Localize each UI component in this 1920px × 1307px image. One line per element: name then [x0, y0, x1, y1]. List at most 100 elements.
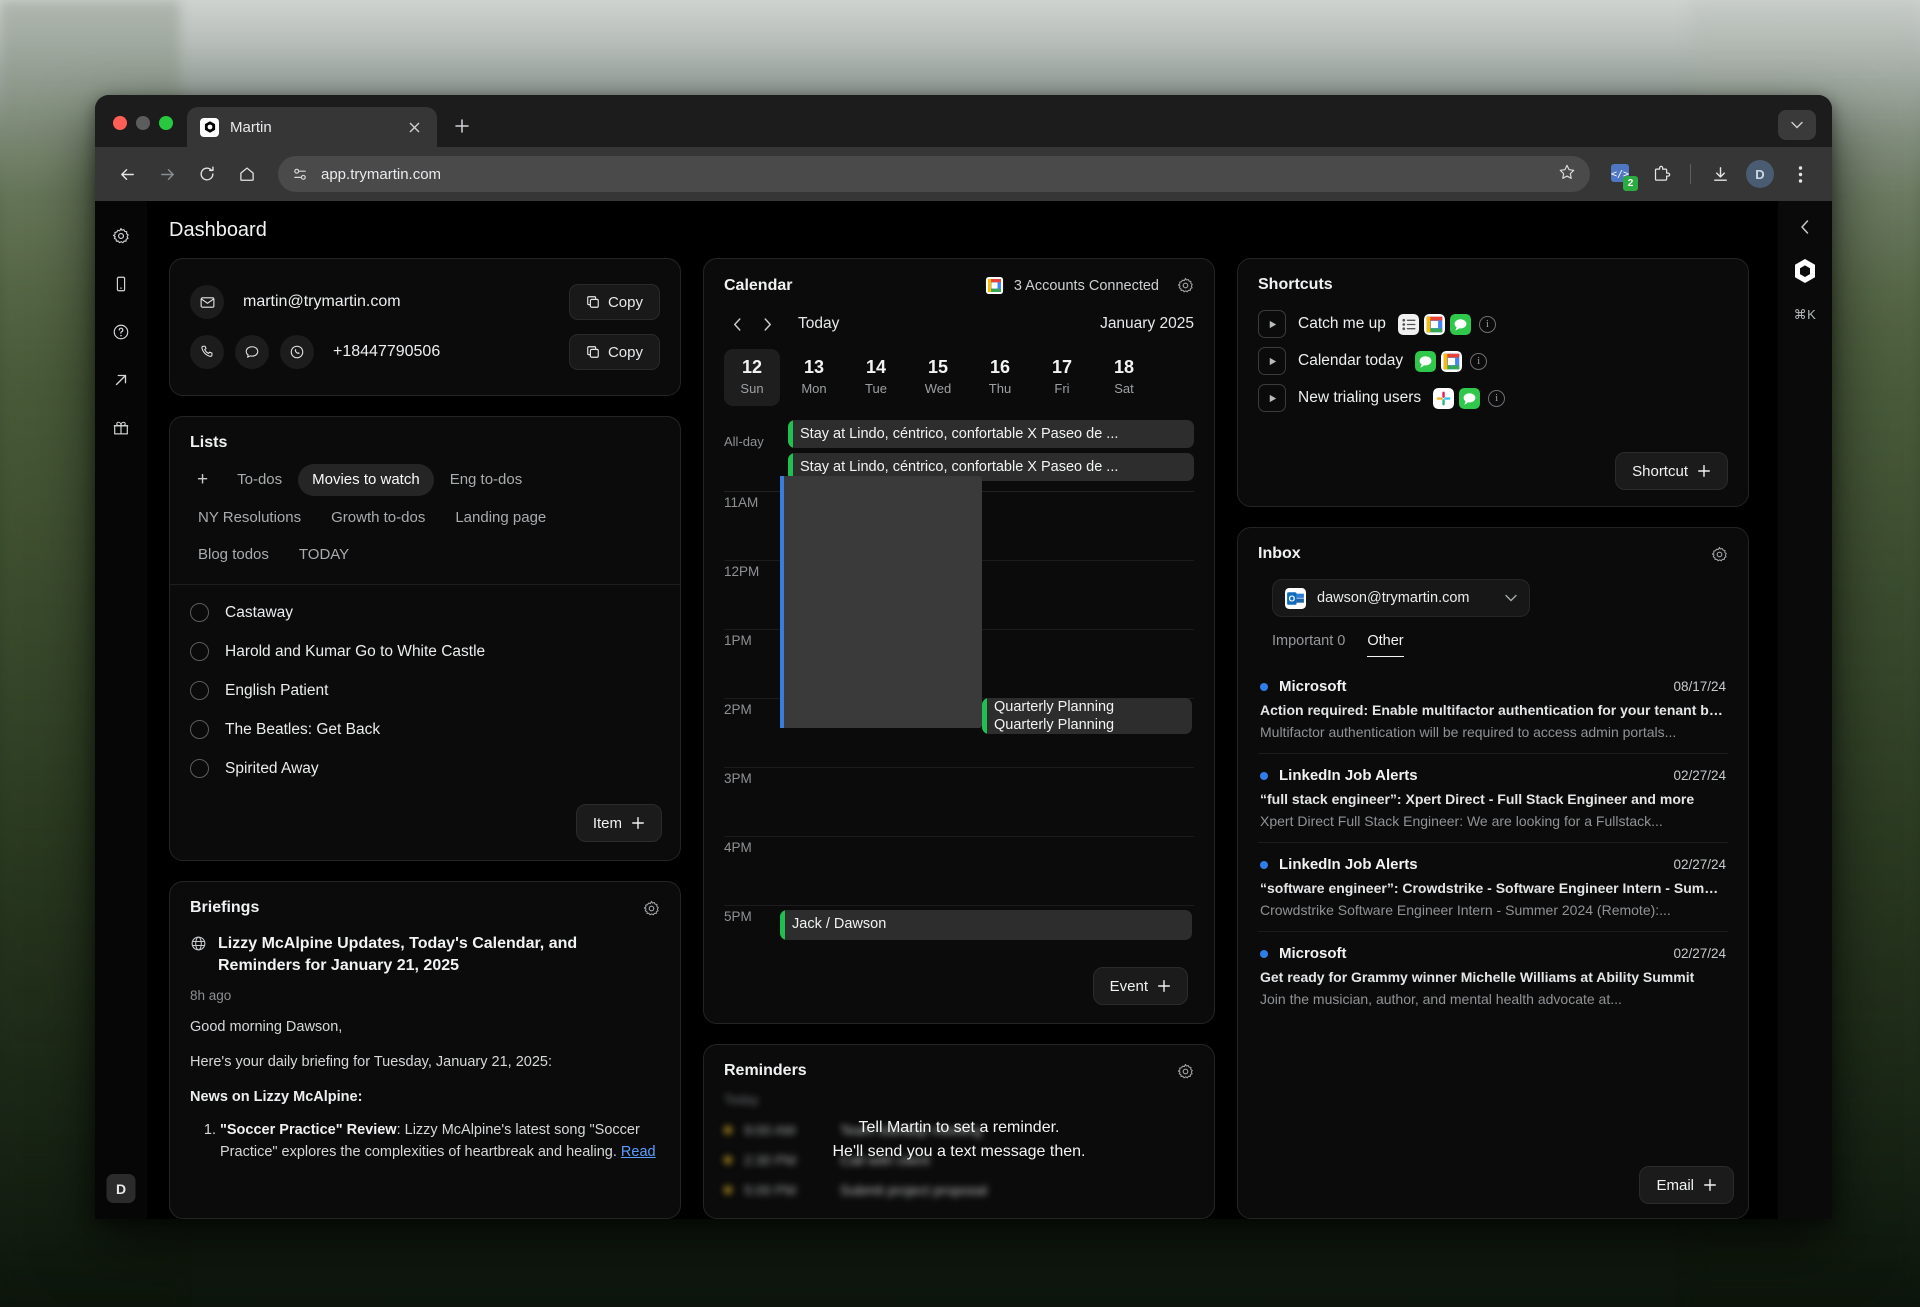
- compose-email-label: Email: [1656, 1176, 1694, 1194]
- copy-email-button[interactable]: Copy: [568, 284, 660, 320]
- mail-icon[interactable]: [190, 285, 224, 319]
- gear-icon[interactable]: [1711, 546, 1728, 563]
- kebab-menu-icon[interactable]: [1782, 156, 1818, 192]
- calendar-day-15[interactable]: 15 Wed: [910, 349, 966, 406]
- whatsapp-icon[interactable]: [280, 335, 314, 369]
- todo-checkbox[interactable]: [190, 720, 209, 739]
- list-item[interactable]: The Beatles: Get Back: [190, 710, 660, 749]
- site-settings-icon[interactable]: [292, 166, 309, 183]
- download-icon[interactable]: [1702, 156, 1738, 192]
- list-item[interactable]: Microsoft 08/17/24 Action required: Enab…: [1258, 665, 1728, 753]
- user-avatar[interactable]: D: [106, 1174, 136, 1203]
- plus-icon[interactable]: [446, 110, 478, 142]
- arrow-right-icon[interactable]: [149, 156, 185, 192]
- briefing-read-link[interactable]: Read: [621, 1144, 656, 1160]
- calendar-event[interactable]: Quarterly Planning Quarterly Planning: [982, 698, 1192, 734]
- inbox-account-selector[interactable]: O dawson@trymartin.com: [1272, 579, 1530, 617]
- list-item[interactable]: Harold and Kumar Go to White Castle: [190, 632, 660, 671]
- list-item[interactable]: Castaway: [190, 593, 660, 632]
- list-item[interactable]: Spirited Away: [190, 749, 660, 788]
- star-icon[interactable]: [1558, 163, 1576, 186]
- phone-icon[interactable]: [104, 267, 138, 301]
- chevron-right-icon[interactable]: [754, 311, 780, 337]
- extension-puzzle-icon[interactable]: </> 2: [1603, 156, 1639, 192]
- copy-phone-button[interactable]: Copy: [568, 334, 660, 370]
- close-window-button[interactable]: [113, 116, 127, 130]
- browser-tab[interactable]: Martin: [187, 107, 437, 147]
- chevron-down-icon[interactable]: [1778, 110, 1816, 140]
- calendar-today-button[interactable]: Today: [798, 315, 839, 333]
- calendar-event[interactable]: Jack / Dawson: [780, 910, 1192, 940]
- todo-checkbox[interactable]: [190, 681, 209, 700]
- reload-icon[interactable]: [189, 156, 225, 192]
- calendar-day-18[interactable]: 18 Sat: [1096, 349, 1152, 406]
- home-icon[interactable]: [229, 156, 265, 192]
- hour-row[interactable]: 4PM: [724, 837, 1194, 906]
- maximize-window-button[interactable]: [159, 116, 173, 130]
- calendar-day-16[interactable]: 16 Thu: [972, 349, 1028, 406]
- calendar-day-14[interactable]: 14 Tue: [848, 349, 904, 406]
- gear-icon[interactable]: [1177, 1063, 1194, 1080]
- gear-icon[interactable]: [643, 900, 660, 917]
- list-item[interactable]: LinkedIn Job Alerts 02/27/24 “software e…: [1258, 842, 1728, 931]
- busy-block[interactable]: [780, 476, 982, 728]
- gear-icon[interactable]: [104, 219, 138, 253]
- shortcut-new-trialing-users[interactable]: New trialing users i: [1258, 384, 1728, 412]
- tab-other[interactable]: Other: [1367, 633, 1404, 657]
- play-icon[interactable]: [1258, 347, 1286, 375]
- list-item[interactable]: Microsoft 02/27/24 Get ready for Grammy …: [1258, 931, 1728, 1020]
- list-tab-growth-to-dos[interactable]: Growth to-dos: [317, 502, 439, 533]
- add-list-button[interactable]: +: [184, 464, 221, 496]
- chevron-left-icon[interactable]: [1799, 219, 1811, 240]
- list-tab-landing-page[interactable]: Landing page: [441, 502, 560, 533]
- add-event-button[interactable]: Event: [1092, 967, 1188, 1005]
- list-tab-to-dos[interactable]: To-dos: [223, 464, 296, 496]
- gift-icon[interactable]: [104, 411, 138, 445]
- list-tab-eng-to-dos[interactable]: Eng to-dos: [436, 464, 537, 496]
- minimize-window-button[interactable]: [136, 116, 150, 130]
- list-tab-movies-to-watch[interactable]: Movies to watch: [298, 464, 434, 496]
- todo-checkbox[interactable]: [190, 603, 209, 622]
- shortcut-calendar-today[interactable]: Calendar today i: [1258, 347, 1728, 375]
- info-icon[interactable]: i: [1478, 315, 1496, 333]
- info-icon[interactable]: i: [1488, 389, 1506, 407]
- calendar-day-17[interactable]: 17 Fri: [1034, 349, 1090, 406]
- address-bar[interactable]: app.trymartin.com: [278, 156, 1590, 192]
- calendar-event[interactable]: Stay at Lindo, céntrico, confortable X P…: [788, 420, 1194, 448]
- arrow-up-right-icon[interactable]: [104, 363, 138, 397]
- list-tab-today[interactable]: TODAY: [285, 539, 363, 570]
- martin-hex-logo-icon[interactable]: [1793, 258, 1817, 289]
- calendar-accounts[interactable]: 3 Accounts Connected: [985, 276, 1194, 295]
- phone-icon[interactable]: [190, 335, 224, 369]
- play-icon[interactable]: [1258, 310, 1286, 338]
- add-item-button[interactable]: Item: [575, 804, 662, 842]
- google-calendar-icon: [1441, 350, 1463, 372]
- message-icon[interactable]: [235, 335, 269, 369]
- tab-important[interactable]: Important 0: [1272, 633, 1345, 657]
- info-icon[interactable]: i: [1470, 352, 1488, 370]
- question-circle-icon[interactable]: [104, 315, 138, 349]
- arrow-left-icon[interactable]: [109, 156, 145, 192]
- play-icon[interactable]: [1258, 384, 1286, 412]
- extensions-icon[interactable]: [1643, 156, 1679, 192]
- gear-icon[interactable]: [1177, 277, 1194, 294]
- shortcut-catch-me-up[interactable]: Catch me up i: [1258, 310, 1728, 338]
- list-item[interactable]: LinkedIn Job Alerts 02/27/24 “full stack…: [1258, 753, 1728, 842]
- list-tab-blog-todos[interactable]: Blog todos: [184, 539, 283, 570]
- todo-checkbox[interactable]: [190, 642, 209, 661]
- briefing-headline-row[interactable]: Lizzy McAlpine Updates, Today's Calendar…: [190, 933, 660, 976]
- copy-phone-label: Copy: [607, 343, 643, 361]
- chevron-down-icon[interactable]: [1505, 591, 1517, 605]
- add-shortcut-button[interactable]: Shortcut: [1615, 452, 1728, 490]
- list-item[interactable]: 5:00 PM Submit project proposal: [724, 1175, 1194, 1205]
- close-icon[interactable]: [404, 117, 424, 137]
- hour-row[interactable]: 3PM: [724, 768, 1194, 837]
- todo-checkbox[interactable]: [190, 759, 209, 778]
- calendar-day-12[interactable]: 12 Sun: [724, 349, 780, 406]
- calendar-day-13[interactable]: 13 Mon: [786, 349, 842, 406]
- profile-avatar[interactable]: D: [1742, 156, 1778, 192]
- list-item[interactable]: English Patient: [190, 671, 660, 710]
- list-tab-ny-resolutions[interactable]: NY Resolutions: [184, 502, 315, 533]
- compose-email-button[interactable]: Email: [1639, 1166, 1734, 1204]
- chevron-left-icon[interactable]: [724, 311, 750, 337]
